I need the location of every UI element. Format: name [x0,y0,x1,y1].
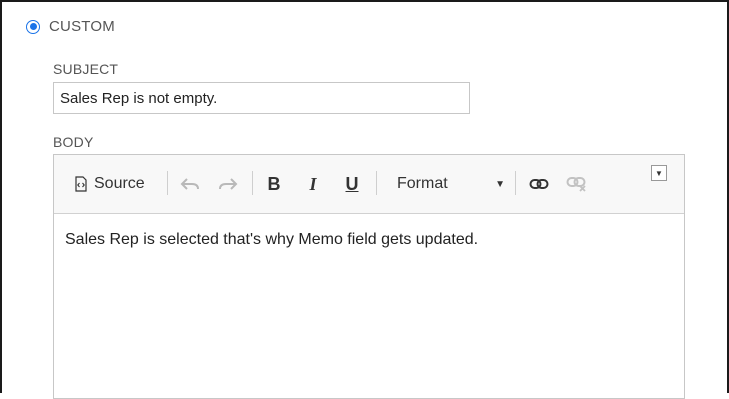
unlink-icon [566,177,586,192]
undo-icon [180,178,199,190]
toolbar-separator [167,171,168,195]
source-button-label: Source [94,175,145,192]
undo-button[interactable] [178,173,202,195]
subject-input[interactable] [53,82,470,114]
notification-panel: CUSTOM SUBJECT BODY Source [0,0,729,399]
custom-radio[interactable] [26,19,40,34]
format-dropdown-label: Format [397,175,448,192]
format-dropdown[interactable]: Format ▼ [387,171,509,197]
editor-toolbar: Source B I U Format ▼ ▼ [54,155,684,214]
custom-radio-label[interactable]: CUSTOM [49,18,115,35]
chevron-down-icon: ▼ [495,178,505,190]
toolbar-separator [515,171,516,195]
subject-label: SUBJECT [53,61,119,77]
unlink-button[interactable] [565,173,589,195]
bold-button[interactable]: B [262,173,286,195]
link-button[interactable] [527,173,551,195]
redo-button[interactable] [216,173,240,195]
toolbar-separator [252,171,253,195]
source-icon [75,176,87,192]
italic-button[interactable]: I [301,173,325,195]
editor-content[interactable]: Sales Rep is selected that's why Memo fi… [54,214,684,266]
custom-option[interactable]: CUSTOM [26,18,115,35]
radio-selected-dot [29,23,37,30]
triangle-down-icon: ▼ [655,168,663,178]
body-editor: Source B I U Format ▼ ▼ Sales Rep is sel… [53,154,685,399]
collapse-toolbar-button[interactable]: ▼ [651,165,667,181]
toolbar-separator [376,171,377,195]
redo-icon [219,178,238,190]
underline-button[interactable]: U [340,173,364,195]
body-label: BODY [53,134,94,150]
link-icon [529,179,549,189]
source-button[interactable]: Source [74,173,145,195]
